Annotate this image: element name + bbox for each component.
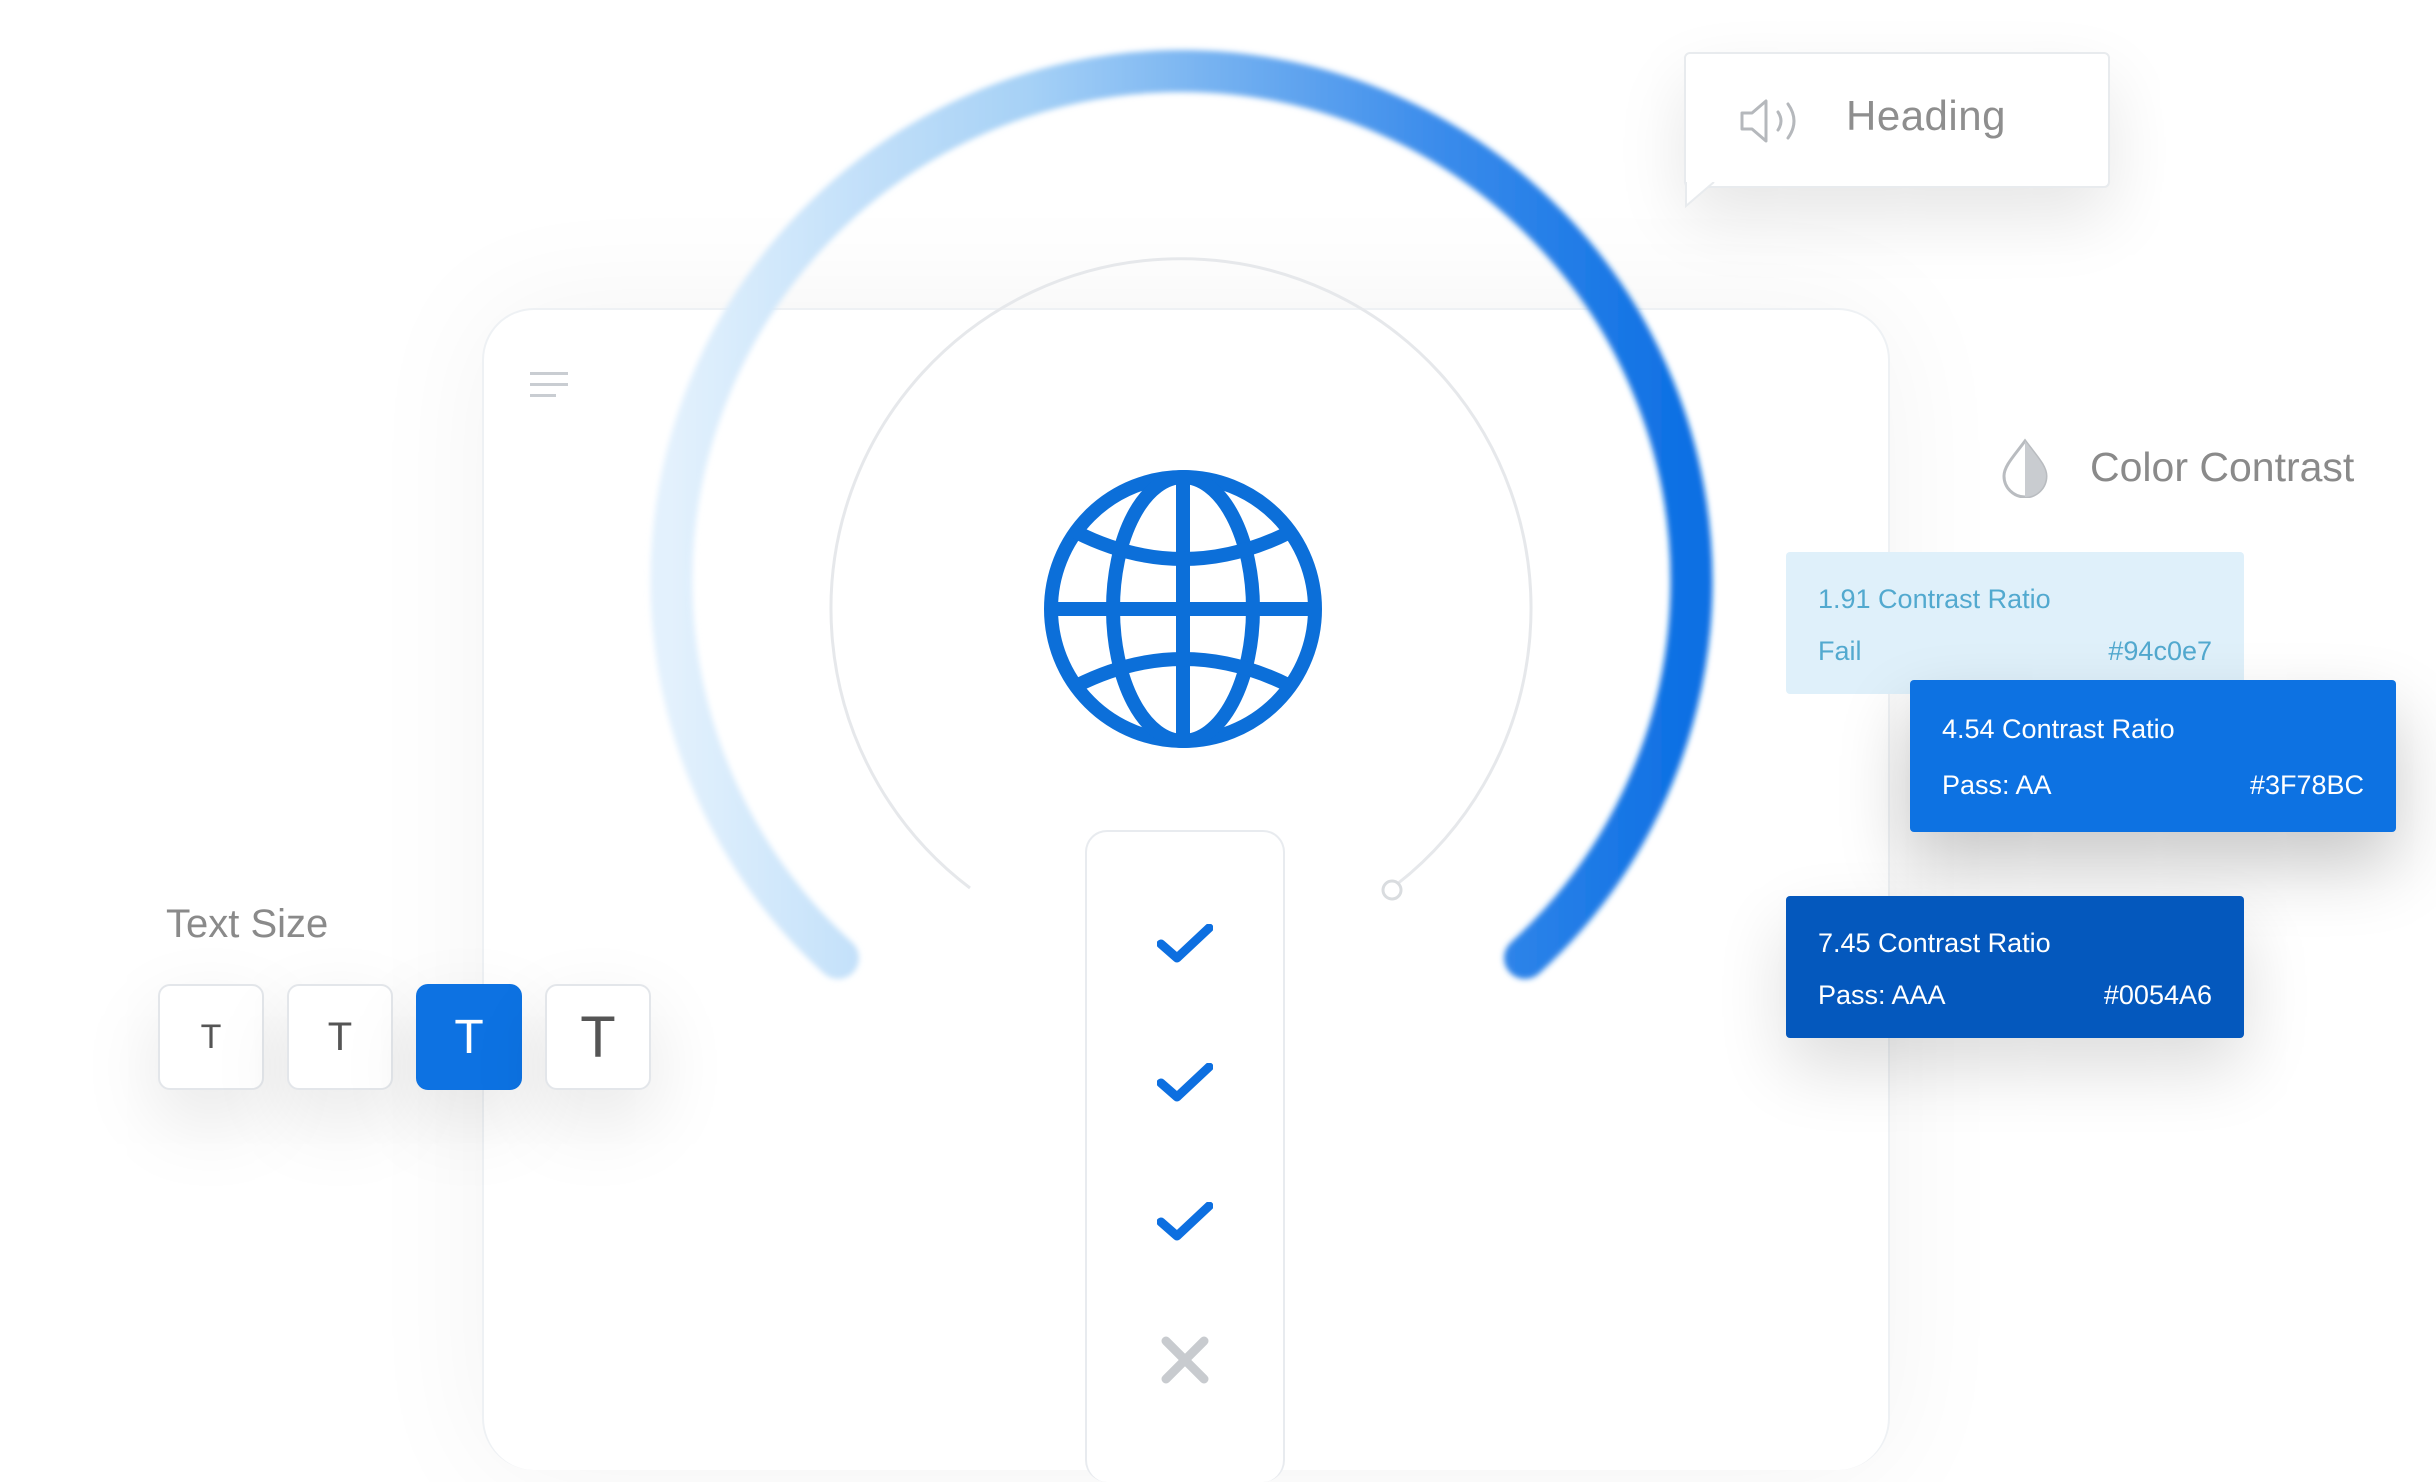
text-size-glyph: T [327, 1014, 353, 1059]
text-size-glyph: T [580, 1004, 616, 1070]
contrast-hex: #3F78BC [2249, 770, 2364, 800]
contrast-ratio: 1.91 Contrast Ratio [1818, 584, 2051, 614]
checkmark-icon [1157, 924, 1213, 963]
globe-icon [1044, 470, 1322, 748]
close-icon [1161, 1336, 1209, 1384]
contrast-card-fail: 1.91 Contrast Ratio Fail #94c0e7 [1786, 552, 2244, 694]
contrast-hex: #0054A6 [2103, 980, 2212, 1010]
checklist-item [1087, 1320, 1283, 1400]
contrast-card-aa: 4.54 Contrast Ratio Pass: AA #3F78BC [1910, 680, 2396, 832]
checklist-item [1087, 1182, 1283, 1262]
contrast-card-aaa: 7.45 Contrast Ratio Pass: AAA #0054A6 [1786, 896, 2244, 1038]
speaker-icon[interactable] [1740, 98, 1806, 144]
contrast-hex: #94c0e7 [2108, 636, 2212, 666]
drop-icon [2002, 438, 2048, 498]
text-size-button-xs[interactable]: T [158, 984, 264, 1090]
tooltip-tail [1685, 182, 1715, 208]
checklist-panel [1085, 830, 1285, 1482]
contrast-status: Pass: AAA [1818, 980, 1946, 1010]
text-size-glyph: T [200, 1017, 222, 1056]
checklist-item [1087, 1043, 1283, 1123]
checkmark-icon [1157, 1063, 1213, 1102]
contrast-ratio: 7.45 Contrast Ratio [1818, 928, 2051, 958]
text-size-glyph: T [454, 1010, 484, 1064]
contrast-status: Fail [1818, 636, 1862, 666]
text-size-button-md[interactable]: T [416, 984, 522, 1090]
heading-label: Heading [1846, 92, 2006, 139]
checklist-item [1087, 904, 1283, 984]
text-size-button-lg[interactable]: T [545, 984, 651, 1090]
contrast-ratio: 4.54 Contrast Ratio [1942, 714, 2175, 744]
text-size-button-sm[interactable]: T [287, 984, 393, 1090]
contrast-status: Pass: AA [1942, 770, 2052, 800]
checkmark-icon [1157, 1202, 1213, 1241]
text-size-label: Text Size [166, 902, 329, 946]
color-contrast-title: Color Contrast [2090, 444, 2355, 490]
